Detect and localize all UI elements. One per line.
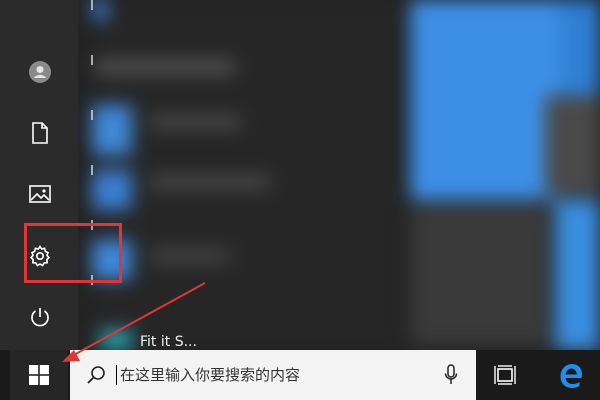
pictures-icon bbox=[29, 185, 51, 203]
power-button[interactable] bbox=[12, 297, 68, 337]
start-left-rail bbox=[0, 0, 78, 350]
user-account-button[interactable] bbox=[12, 52, 68, 92]
edge-browser-icon bbox=[560, 364, 582, 388]
search-placeholder: 在这里输入你要搜索的内容 bbox=[115, 365, 301, 385]
microphone-icon[interactable] bbox=[444, 364, 458, 386]
taskbar: 在这里输入你要搜索的内容 bbox=[0, 350, 600, 400]
settings-highlight-box bbox=[24, 223, 122, 283]
documents-button[interactable] bbox=[12, 113, 68, 153]
search-box[interactable]: 在这里输入你要搜索的内容 bbox=[70, 350, 476, 400]
divider-dashes bbox=[91, 0, 93, 330]
start-button[interactable] bbox=[10, 350, 68, 400]
task-view-icon bbox=[494, 365, 516, 385]
pictures-button[interactable] bbox=[12, 174, 68, 214]
power-icon bbox=[31, 308, 49, 327]
app-list-item-label: Fit it S... bbox=[140, 334, 197, 350]
search-icon bbox=[87, 366, 105, 384]
user-account-icon bbox=[29, 61, 51, 83]
start-menu bbox=[0, 0, 600, 350]
documents-icon bbox=[32, 122, 48, 144]
windows-logo-icon bbox=[29, 365, 49, 385]
task-view-button[interactable] bbox=[480, 350, 532, 400]
edge-browser-button[interactable] bbox=[545, 350, 597, 400]
